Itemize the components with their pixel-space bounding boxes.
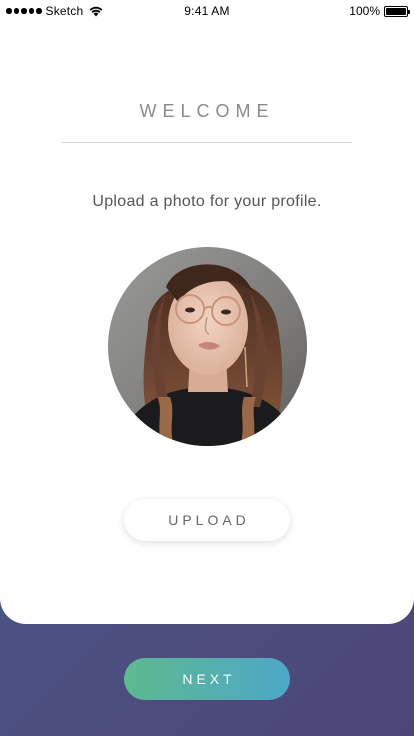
status-right: 100% — [349, 4, 410, 18]
heading-divider — [62, 142, 352, 143]
status-bar: Sketch 9:41 AM 100% — [0, 0, 414, 22]
carrier-name: Sketch — [45, 4, 84, 18]
status-time: 9:41 AM — [184, 4, 230, 18]
wifi-icon — [89, 6, 103, 16]
upload-button[interactable]: UPLOAD — [124, 499, 290, 541]
battery-percent: 100% — [349, 4, 380, 18]
content-card: Sketch 9:41 AM 100% WELCOME Upload a pho… — [0, 0, 414, 624]
profile-photo-image — [108, 247, 307, 446]
upload-prompt: Upload a photo for your profile. — [92, 193, 322, 210]
profile-photo[interactable] — [108, 247, 307, 446]
battery-icon — [384, 5, 410, 17]
status-left: Sketch — [6, 4, 103, 18]
welcome-heading: WELCOME — [139, 101, 275, 121]
signal-dots-icon — [6, 8, 42, 14]
next-button[interactable]: NEXT — [124, 658, 290, 700]
